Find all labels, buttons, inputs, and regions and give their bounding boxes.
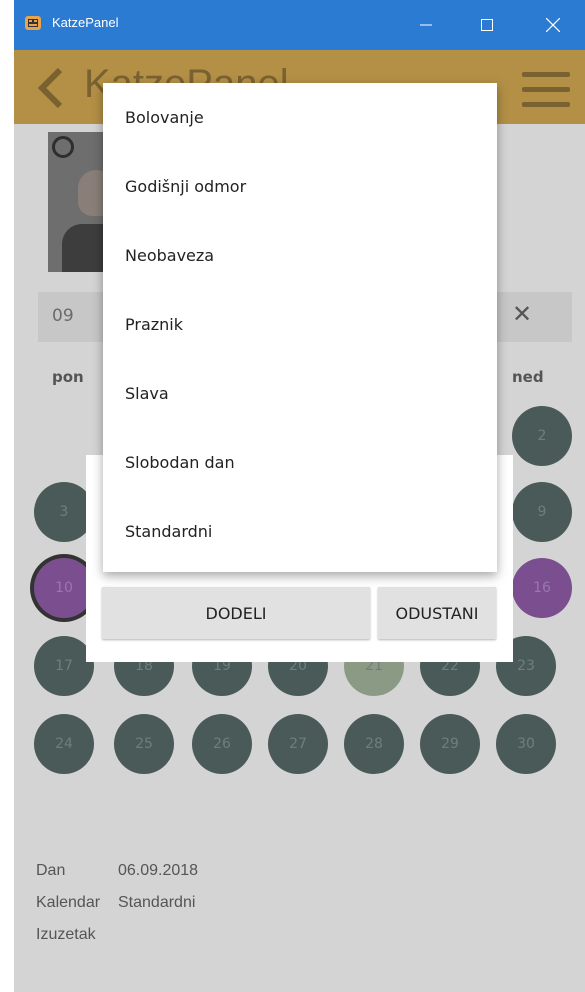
maximize-icon bbox=[481, 19, 493, 31]
calendar-day-selected[interactable]: 10 bbox=[34, 558, 94, 618]
calendar-day[interactable]: 26 bbox=[192, 714, 252, 774]
calendar-day[interactable]: 30 bbox=[496, 714, 556, 774]
dropdown-option[interactable]: Slobodan dan bbox=[103, 428, 497, 497]
kalendar-value: Standardni bbox=[118, 894, 196, 911]
dropdown-option[interactable]: Godišnji odmor bbox=[103, 152, 497, 221]
izuzetak-label: Izuzetak bbox=[36, 926, 96, 943]
close-button[interactable] bbox=[530, 0, 576, 50]
dan-value: 06.09.2018 bbox=[118, 862, 199, 879]
calendar-day[interactable]: 24 bbox=[34, 714, 94, 774]
calendar-day[interactable]: 29 bbox=[420, 714, 480, 774]
minimize-icon bbox=[420, 24, 432, 26]
app-window: KatzePanel KatzePanel 09 ✕ pon ned bbox=[14, 0, 585, 992]
app-icon bbox=[25, 16, 41, 30]
info-row-kalendar: Kalendar Standardni bbox=[36, 894, 195, 912]
exception-type-dropdown: Bolovanje Godišnji odmor Neobaveza Prazn… bbox=[103, 83, 497, 572]
close-icon bbox=[546, 18, 560, 32]
title-bar: KatzePanel bbox=[14, 0, 585, 50]
dropdown-option[interactable]: Bolovanje bbox=[103, 83, 497, 152]
clear-icon[interactable]: ✕ bbox=[512, 300, 532, 328]
calendar-day[interactable]: 9 bbox=[512, 482, 572, 542]
weekday-label-pon: pon bbox=[52, 368, 84, 386]
calendar-day[interactable]: 27 bbox=[268, 714, 328, 774]
dropdown-option[interactable]: Neobaveza bbox=[103, 221, 497, 290]
calendar-day[interactable]: 2 bbox=[512, 406, 572, 466]
dan-label: Dan bbox=[36, 862, 66, 879]
info-row-izuzetak: Izuzetak bbox=[36, 926, 118, 944]
window-title: KatzePanel bbox=[52, 15, 119, 30]
calendar-day[interactable]: 3 bbox=[34, 482, 94, 542]
calendar-day[interactable]: 16 bbox=[512, 558, 572, 618]
info-row-dan: Dan 06.09.2018 bbox=[36, 862, 198, 880]
maximize-button[interactable] bbox=[464, 0, 510, 50]
hamburger-menu-icon[interactable] bbox=[522, 72, 570, 108]
calendar-day[interactable]: 17 bbox=[34, 636, 94, 696]
calendar-day[interactable]: 28 bbox=[344, 714, 404, 774]
kalendar-label: Kalendar bbox=[36, 894, 101, 911]
month-value: 09 bbox=[52, 306, 74, 326]
cancel-button[interactable]: ODUSTANI bbox=[378, 587, 496, 639]
assign-button[interactable]: DODELI bbox=[102, 587, 370, 639]
dropdown-option[interactable]: Standardni bbox=[103, 497, 497, 566]
weekday-label-ned: ned bbox=[512, 368, 544, 386]
back-arrow-icon[interactable] bbox=[32, 66, 72, 110]
dropdown-option[interactable]: Praznik bbox=[103, 290, 497, 359]
dropdown-option[interactable]: Slava bbox=[103, 359, 497, 428]
minimize-button[interactable] bbox=[403, 0, 449, 50]
calendar-day[interactable]: 25 bbox=[114, 714, 174, 774]
